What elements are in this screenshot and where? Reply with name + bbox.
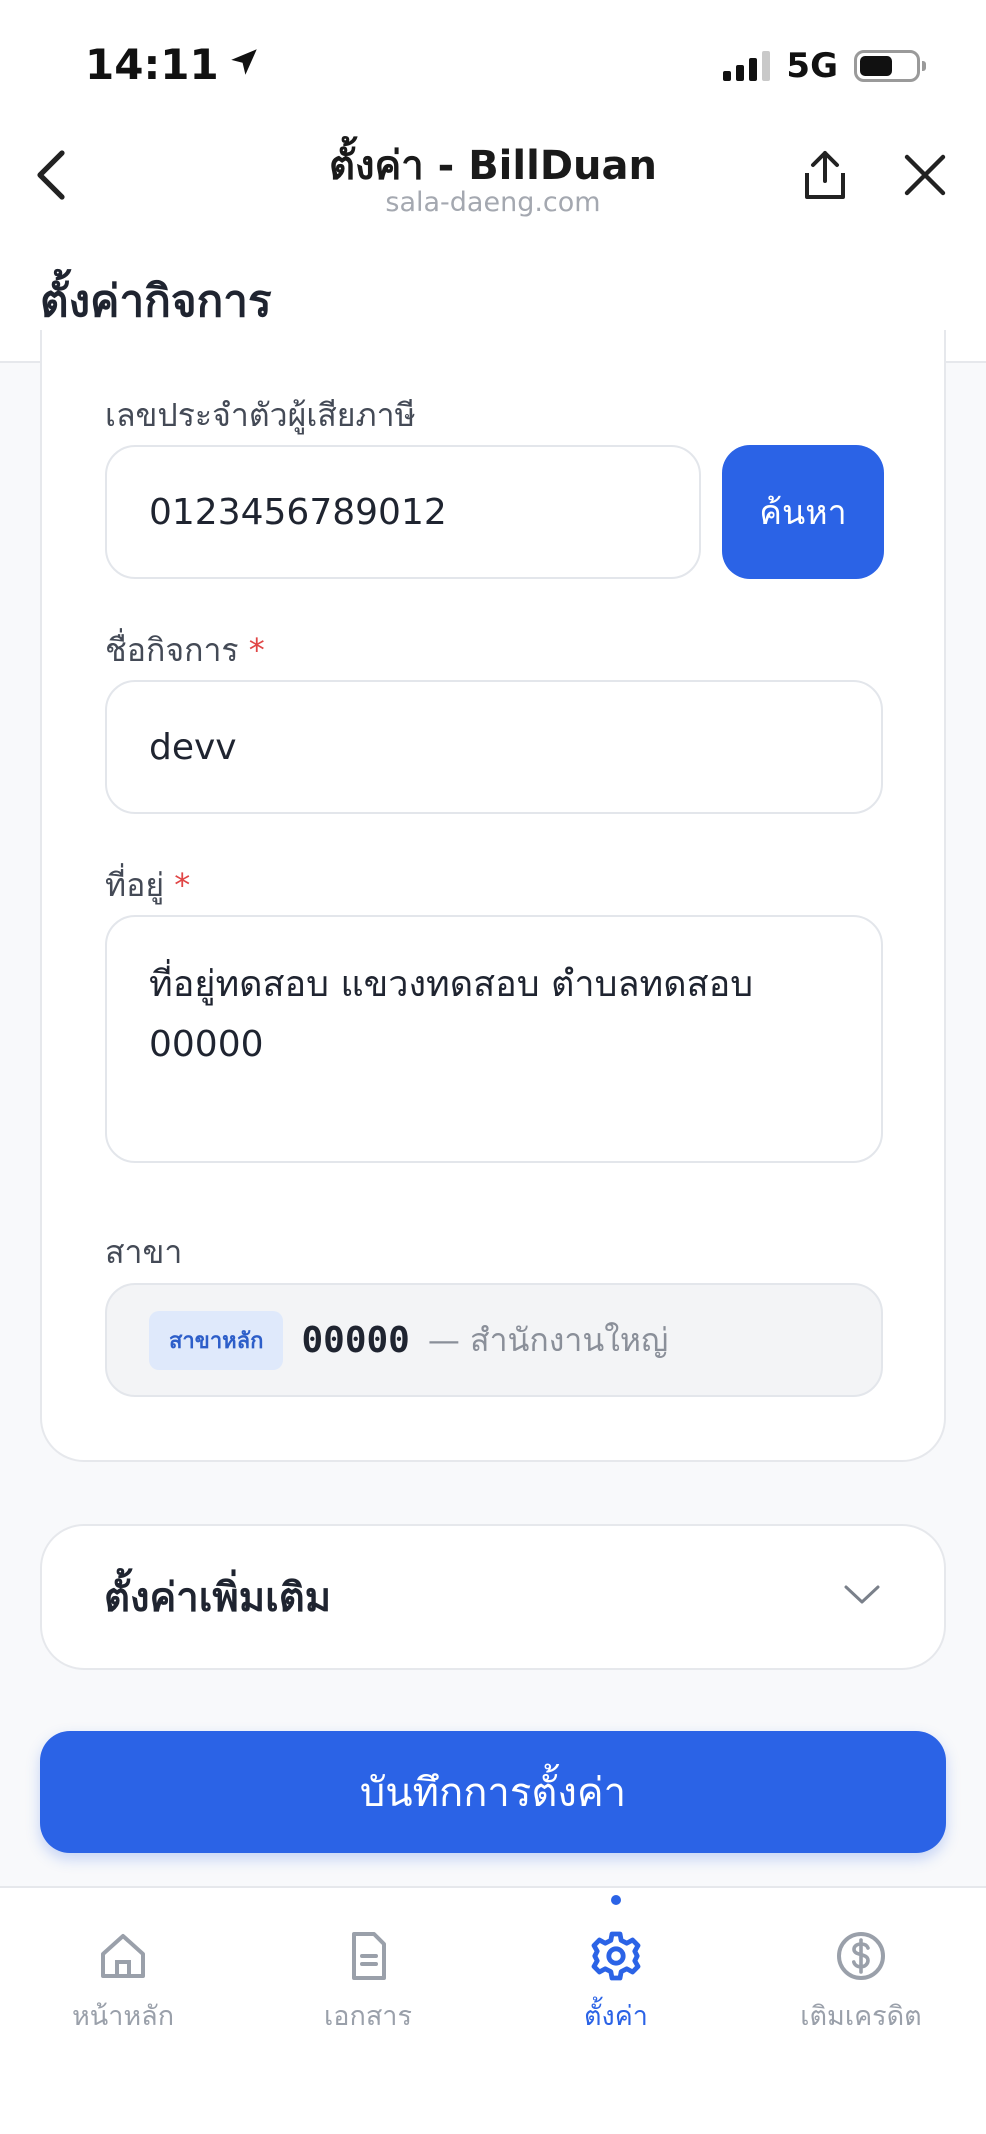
nav-label-settings: ตั้งค่า [584, 2001, 648, 2032]
address-line-1: ที่อยู่ทดสอบ แขวงทดสอบ ตำบลทดสอบ [149, 964, 754, 1005]
status-time-text: 14:11 [85, 40, 219, 89]
close-icon[interactable] [895, 145, 955, 205]
branch-badge: สาขาหลัก [149, 1310, 284, 1370]
business-form-card: เลขประจำตัวผู้เสียภาษี 0123456789012 ค้น… [40, 330, 946, 1462]
home-icon [95, 1928, 151, 1988]
network-type: 5G [786, 46, 838, 86]
nav-item-settings[interactable]: ตั้งค่า [516, 1928, 716, 2037]
battery-icon [854, 50, 926, 82]
nav-item-topup[interactable]: เติมเครดิต [761, 1928, 961, 2037]
business-name-label-text: ชื่อกิจการ [105, 631, 239, 669]
address-line-2: 00000 [149, 1024, 264, 1065]
save-settings-button[interactable]: บันทึกการตั้งค่า [40, 1731, 946, 1853]
page-title: ตั้งค่ากิจการ [40, 276, 272, 327]
location-arrow-icon [227, 40, 261, 89]
nav-label-topup: เติมเครดิต [800, 2001, 922, 2032]
branch-label: สาขา [105, 1233, 183, 1271]
branch-name: — สำนักงานใหญ่ [427, 1320, 669, 1359]
business-name-label: ชื่อกิจการ * [105, 625, 265, 676]
branch-code: 00000 [301, 1319, 410, 1361]
nav-label-home: หน้าหลัก [71, 2001, 175, 2032]
tax-id-label: เลขประจำตัวผู้เสียภาษี [105, 396, 416, 434]
status-indicators: 5G [723, 46, 926, 86]
active-tab-indicator [611, 1895, 621, 1905]
bottom-nav: หน้าหลัก เอกสาร ตั้งค่า เติมเครดิต [0, 1886, 986, 2134]
address-textarea[interactable]: ที่อยู่ทดสอบ แขวงทดสอบ ตำบลทดสอบ 00000 [105, 915, 883, 1163]
gear-icon [588, 1928, 644, 1988]
branch-field: สาขาหลัก 00000 — สำนักงานใหญ่ [105, 1283, 883, 1397]
dollar-icon [833, 1928, 889, 1988]
tax-id-input[interactable]: 0123456789012 [105, 445, 701, 579]
nav-item-home[interactable]: หน้าหลัก [23, 1928, 223, 2037]
business-name-input[interactable]: devv [105, 680, 883, 814]
document-icon [340, 1928, 396, 1988]
nav-item-documents[interactable]: เอกสาร [268, 1928, 468, 2037]
business-name-value: devv [149, 726, 237, 768]
required-mark: * [248, 631, 265, 669]
nav-label-documents: เอกสาร [324, 2001, 412, 2032]
search-button[interactable]: ค้นหา [722, 445, 884, 579]
address-label-text: ที่อยู่ [105, 866, 165, 904]
more-settings-label: ตั้งค่าเพิ่มเติม [104, 1575, 332, 1621]
signal-icon [723, 51, 771, 81]
address-label: ที่อยู่ * [105, 860, 190, 911]
top-bar: 14:11 5G ตั้งค่า - BillDuan sala-daeng.c… [0, 0, 986, 363]
more-settings-accordion[interactable]: ตั้งค่าเพิ่มเติม [40, 1524, 946, 1670]
share-icon[interactable] [795, 145, 855, 205]
status-time: 14:11 [85, 40, 261, 89]
required-mark: * [174, 866, 191, 904]
chevron-down-icon [842, 1583, 882, 1611]
tax-id-value: 0123456789012 [149, 491, 447, 533]
